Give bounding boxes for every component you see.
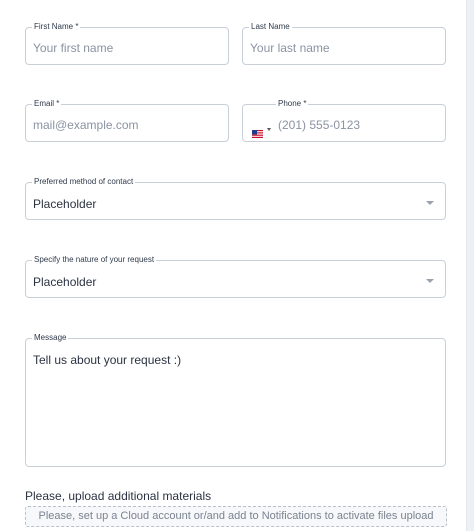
chevron-down-icon [426, 279, 434, 283]
first-name-field[interactable]: First Name * Your first name [25, 21, 229, 65]
contact-method-value: Placeholder [33, 197, 97, 211]
first-name-placeholder: Your first name [33, 41, 114, 55]
contact-method-select[interactable]: Preferred method of contact Placeholder [25, 176, 446, 220]
email-label: Email * [32, 98, 62, 110]
email-field[interactable]: Email * mail@example.com [25, 98, 229, 142]
contact-form: First Name * Your first name Last Name Y… [0, 0, 467, 531]
upload-notice: Please, set up a Cloud account or/and ad… [38, 510, 434, 522]
phone-label: Phone * [276, 98, 309, 110]
message-textarea[interactable]: Message Tell us about your request :) [25, 332, 446, 467]
request-nature-label: Specify the nature of your request [32, 254, 157, 266]
country-dropdown-caret-icon[interactable] [267, 128, 271, 131]
last-name-label: Last Name [249, 21, 292, 33]
request-nature-value: Placeholder [33, 275, 97, 289]
last-name-field[interactable]: Last Name Your last name [242, 21, 446, 65]
us-flag-icon[interactable] [252, 125, 263, 138]
request-nature-select[interactable]: Specify the nature of your request Place… [25, 254, 446, 298]
upload-dropzone[interactable]: Please, set up a Cloud account or/and ad… [25, 506, 447, 527]
upload-title: Please, upload additional materials [25, 489, 212, 503]
contact-method-label: Preferred method of contact [32, 176, 136, 188]
last-name-placeholder: Your last name [250, 41, 330, 55]
email-placeholder: mail@example.com [33, 118, 139, 132]
chevron-down-icon [426, 201, 434, 205]
phone-placeholder: (201) 555-0123 [278, 118, 361, 132]
message-label: Message [32, 332, 69, 344]
phone-field[interactable]: Phone * (201) 555-0123 [242, 98, 446, 142]
message-placeholder: Tell us about your request :) [33, 353, 182, 367]
first-name-label: First Name * [32, 21, 81, 33]
